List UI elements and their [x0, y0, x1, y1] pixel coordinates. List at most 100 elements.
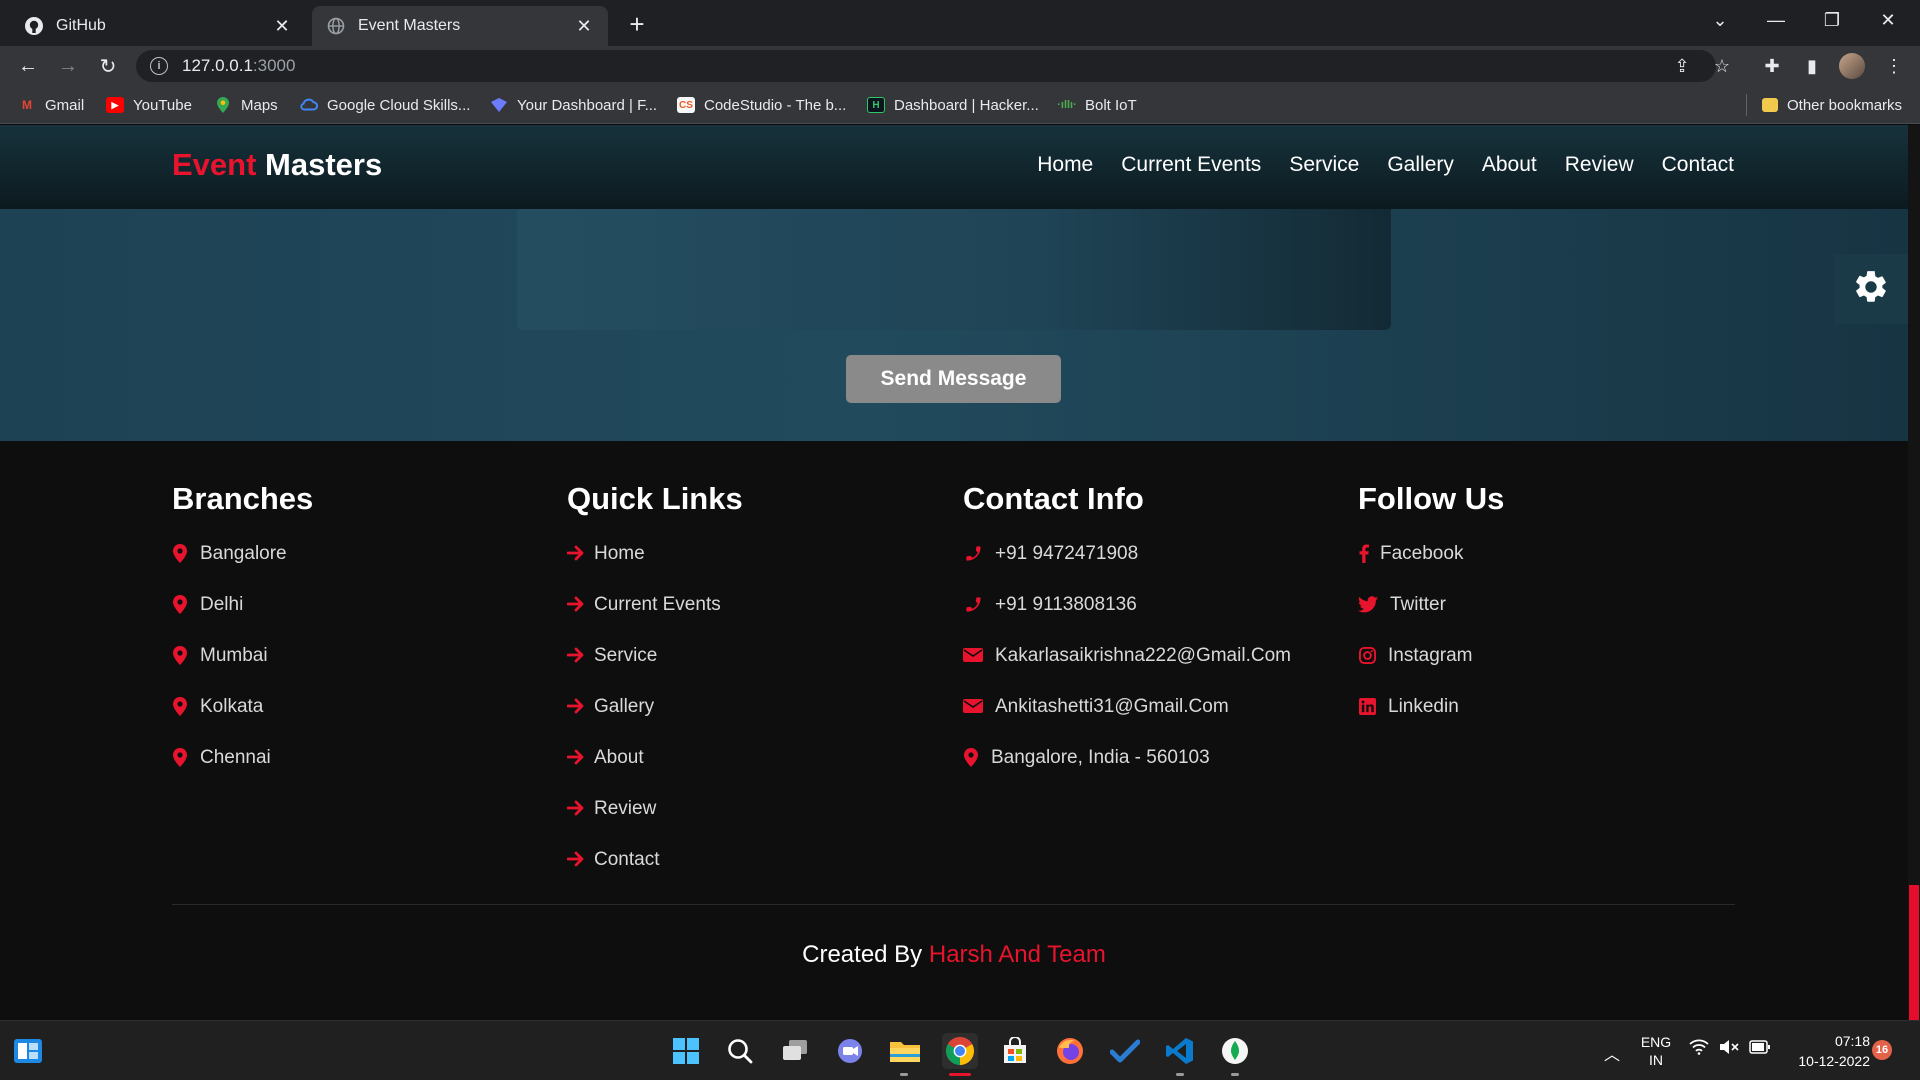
- vscode-icon[interactable]: [1162, 1033, 1198, 1069]
- quick-link-current-events[interactable]: Current Events: [567, 594, 743, 645]
- contact-address[interactable]: Bangalore, India - 560103: [963, 747, 1291, 798]
- volume-muted-icon[interactable]: [1718, 1039, 1740, 1058]
- todo-icon[interactable]: [1107, 1033, 1143, 1069]
- url-host: 127.0.0.1: [182, 56, 253, 75]
- nav-gallery[interactable]: Gallery: [1387, 153, 1454, 177]
- branch-item[interactable]: Bangalore: [172, 543, 313, 594]
- tab-title: Event Masters: [358, 17, 461, 34]
- side-panel-icon[interactable]: ▮: [1796, 50, 1828, 82]
- footer-quick-links: Quick Links Home Current Events Service …: [567, 481, 743, 900]
- contact-phone[interactable]: +91 9113808136: [963, 594, 1291, 645]
- contact-email[interactable]: Ankitashetti31@Gmail.Com: [963, 696, 1291, 747]
- share-icon[interactable]: ⇪: [1666, 50, 1698, 82]
- widgets-icon[interactable]: [10, 1033, 46, 1069]
- battery-icon[interactable]: [1748, 1040, 1772, 1057]
- bookmark-youtube[interactable]: ▶ YouTube: [106, 94, 192, 116]
- envelope-icon: [963, 645, 983, 665]
- social-facebook[interactable]: Facebook: [1358, 543, 1504, 594]
- bookmark-bolt-iot[interactable]: ·ıllı· Bolt IoT: [1057, 94, 1136, 116]
- quick-link-gallery[interactable]: Gallery: [567, 696, 743, 747]
- running-indicator: [900, 1073, 908, 1076]
- site-header: Event Masters Home Current Events Servic…: [0, 125, 1908, 209]
- nav-review[interactable]: Review: [1565, 153, 1634, 177]
- teams-chat-icon[interactable]: [832, 1033, 868, 1069]
- message-textarea[interactable]: [517, 209, 1391, 330]
- social-twitter[interactable]: Twitter: [1358, 594, 1504, 645]
- contact-phone[interactable]: +91 9472471908: [963, 543, 1291, 594]
- map-pin-icon: [172, 594, 188, 614]
- bookmark-codestudio[interactable]: CS CodeStudio - The b...: [677, 94, 846, 116]
- arrow-right-icon: [567, 696, 585, 716]
- quick-link-home[interactable]: Home: [567, 543, 743, 594]
- quick-link-about[interactable]: About: [567, 747, 743, 798]
- close-icon[interactable]: ✕: [574, 16, 594, 36]
- site-info-icon[interactable]: i: [150, 57, 168, 75]
- other-bookmarks[interactable]: Other bookmarks: [1762, 94, 1902, 116]
- phone-icon: [963, 543, 983, 563]
- firefox-icon[interactable]: [1052, 1033, 1088, 1069]
- branch-item[interactable]: Kolkata: [172, 696, 313, 747]
- new-tab-button[interactable]: +: [622, 9, 652, 39]
- nav-about[interactable]: About: [1482, 153, 1537, 177]
- notification-badge[interactable]: 16: [1872, 1040, 1892, 1060]
- bookmark-gmail[interactable]: M Gmail: [18, 94, 84, 116]
- footer-divider: [172, 904, 1735, 905]
- tab-search-icon[interactable]: ⌄: [1692, 0, 1748, 40]
- nav-current-events[interactable]: Current Events: [1121, 153, 1261, 177]
- branch-item[interactable]: Mumbai: [172, 645, 313, 696]
- search-icon[interactable]: [722, 1033, 758, 1069]
- windows-taskbar: ︿ ENG IN 07:18 10-12-2022: [0, 1020, 1920, 1080]
- forward-icon[interactable]: →: [52, 50, 84, 82]
- quick-link-service[interactable]: Service: [567, 645, 743, 696]
- bookmark-google-cloud[interactable]: Google Cloud Skills...: [300, 94, 470, 116]
- close-window-icon[interactable]: ✕: [1860, 0, 1916, 40]
- bookmark-hackerrank[interactable]: H Dashboard | Hacker...: [867, 94, 1039, 116]
- nav-contact[interactable]: Contact: [1662, 153, 1734, 177]
- quick-link-review[interactable]: Review: [567, 798, 743, 849]
- close-icon[interactable]: ✕: [272, 16, 292, 36]
- extensions-icon[interactable]: ✚: [1756, 50, 1788, 82]
- show-hidden-icons[interactable]: ︿: [1600, 1041, 1624, 1065]
- globe-icon: [326, 16, 346, 36]
- tab-title: GitHub: [56, 17, 106, 34]
- wifi-icon[interactable]: [1688, 1039, 1710, 1060]
- scrollbar-thumb[interactable]: [1909, 885, 1919, 1020]
- reload-icon[interactable]: ↻: [92, 50, 124, 82]
- language-indicator[interactable]: ENG IN: [1638, 1033, 1674, 1069]
- arrow-right-icon: [567, 747, 585, 767]
- back-icon[interactable]: ←: [12, 50, 44, 82]
- bookmark-dashboard[interactable]: Your Dashboard | F...: [490, 94, 657, 116]
- branch-item[interactable]: Chennai: [172, 747, 313, 798]
- tab-event-masters[interactable]: Event Masters ✕: [312, 6, 608, 46]
- file-explorer-icon[interactable]: [887, 1033, 923, 1069]
- clock[interactable]: 07:18 10-12-2022: [1786, 1031, 1870, 1071]
- menu-icon[interactable]: ⋮: [1878, 50, 1910, 82]
- quick-link-contact[interactable]: Contact: [567, 849, 743, 900]
- profile-avatar[interactable]: [1836, 50, 1868, 82]
- social-linkedin[interactable]: Linkedin: [1358, 696, 1504, 747]
- restore-icon[interactable]: ❐: [1804, 0, 1860, 40]
- start-icon[interactable]: [668, 1033, 704, 1069]
- site-logo[interactable]: Event Masters: [172, 147, 382, 183]
- branch-item[interactable]: Delhi: [172, 594, 313, 645]
- minimize-icon[interactable]: —: [1748, 0, 1804, 40]
- mongodb-compass-icon[interactable]: [1217, 1033, 1253, 1069]
- chrome-icon[interactable]: [942, 1033, 978, 1069]
- nav-service[interactable]: Service: [1289, 153, 1359, 177]
- bookmarks-bar: M Gmail ▶ YouTube Maps Google Cloud Skills…: [0, 86, 1920, 124]
- theme-settings-toggle[interactable]: [1834, 254, 1908, 324]
- arrow-right-icon: [567, 798, 585, 818]
- credit-team-link[interactable]: Harsh And Team: [929, 941, 1106, 968]
- tab-github[interactable]: GitHub ✕: [10, 6, 306, 46]
- microsoft-store-icon[interactable]: [997, 1033, 1033, 1069]
- address-bar[interactable]: i 127.0.0.1:3000: [136, 50, 1716, 82]
- contact-email[interactable]: Kakarlasaikrishna222@Gmail.Com: [963, 645, 1291, 696]
- bookmark-maps[interactable]: Maps: [214, 94, 278, 116]
- envelope-icon: [963, 696, 983, 716]
- bookmark-star-icon[interactable]: ☆: [1706, 50, 1738, 82]
- task-view-icon[interactable]: [777, 1033, 813, 1069]
- social-instagram[interactable]: Instagram: [1358, 645, 1504, 696]
- nav-home[interactable]: Home: [1037, 153, 1093, 177]
- send-message-button[interactable]: Send Message: [846, 355, 1061, 403]
- browser-toolbar: ← → ↻ i 127.0.0.1:3000 ⇪ ☆ ✚ ▮ ⋮: [0, 46, 1920, 86]
